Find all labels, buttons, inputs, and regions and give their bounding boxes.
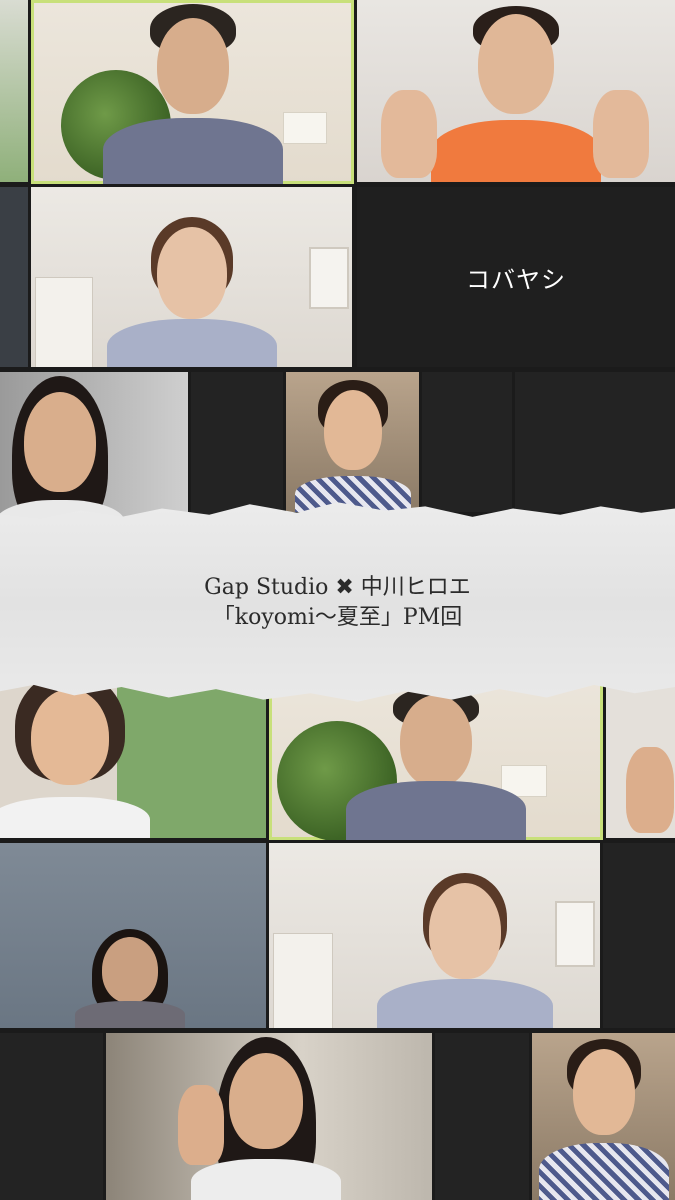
participant-woman-glasses: [92, 187, 292, 367]
video-tile-name-only[interactable]: コバヤシ: [357, 187, 675, 367]
banner-title-line2: 「koyomi〜夏至」PM回: [212, 605, 463, 630]
video-tile-woman-wall[interactable]: [0, 843, 266, 1028]
shelf-image-2: [273, 933, 333, 1028]
video-tile-blank-4[interactable]: [603, 843, 675, 1028]
video-tile-woman-patterned-2[interactable]: [532, 1033, 675, 1200]
participant-woman-glasses-2: [365, 843, 565, 1028]
video-tile-woman-glasses[interactable]: [31, 187, 352, 367]
video-tile-woman-glasses-2[interactable]: [269, 843, 600, 1028]
video-tile-man-plant[interactable]: [31, 0, 354, 184]
video-tile-woman-patterned[interactable]: [286, 372, 419, 512]
video-tile-blank-2[interactable]: [422, 372, 512, 512]
participant-name-label: コバヤシ: [466, 265, 566, 294]
picture-frame: [309, 247, 349, 309]
participant-man: [93, 0, 293, 184]
video-tile-blank-5[interactable]: [0, 1033, 103, 1200]
video-tile-blank-6[interactable]: [435, 1033, 529, 1200]
waving-hand: [626, 747, 674, 833]
video-tile-blank-3[interactable]: [515, 372, 675, 512]
hand-left: [381, 90, 437, 178]
video-tile-woman-peace[interactable]: [106, 1033, 432, 1200]
participant-woman-patterned-2: [534, 1033, 674, 1200]
participant-woman-patterned: [288, 372, 418, 512]
banner-title-line1: Gap Studio ✖ 中川ヒロエ: [204, 575, 471, 600]
video-tile-left-edge-2[interactable]: [0, 187, 28, 367]
peace-sign-hand: [178, 1085, 224, 1165]
hand-right: [593, 90, 649, 178]
shelf-image: [35, 277, 93, 367]
title-banner: Gap Studio ✖ 中川ヒロエ 「koyomi〜夏至」PM回: [0, 502, 675, 702]
video-tile-woman-waving[interactable]: [357, 0, 675, 182]
participant-woman-wall: [70, 843, 190, 1028]
video-tile-left-edge[interactable]: [0, 0, 28, 182]
